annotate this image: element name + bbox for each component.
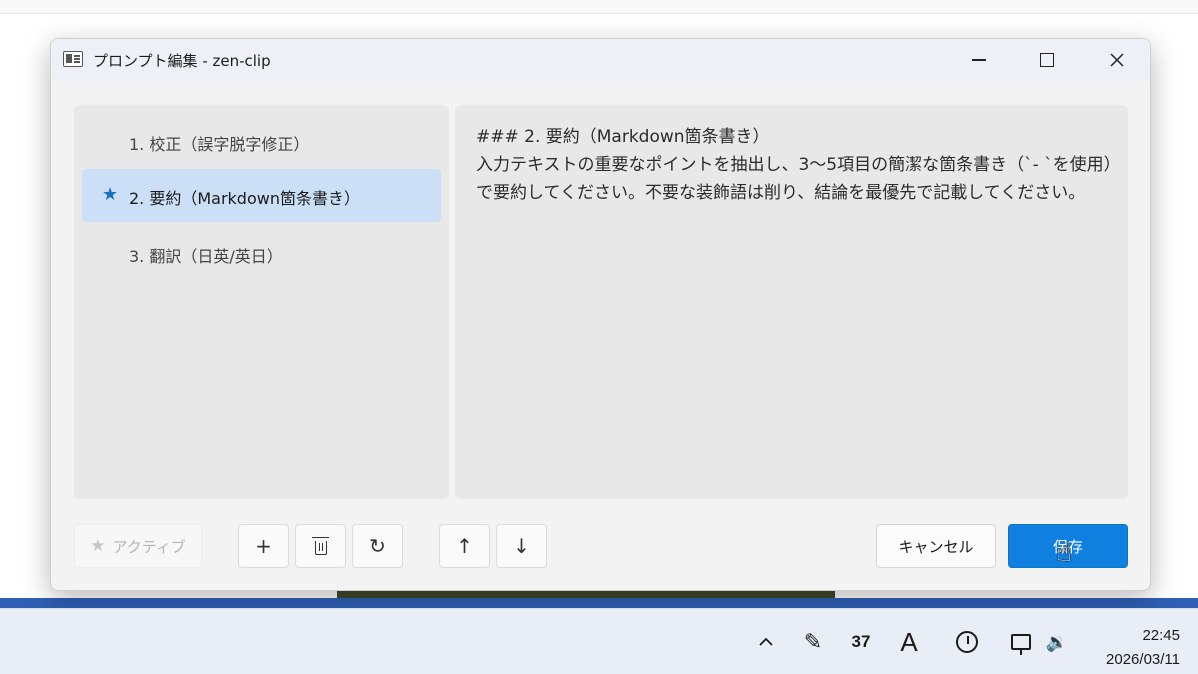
maximize-button[interactable] [1012, 39, 1082, 81]
title-bar[interactable]: プロンプト編集 - zen-clip [51, 39, 1150, 81]
prompt-editor[interactable]: ### 2. 要約（Markdown箇条書き） 入力テキストの重要なポイントを抽… [455, 105, 1128, 499]
prompt-edit-dialog: プロンプト編集 - zen-clip 1. 校正（誤字脱字修正） ★ 2. 要約… [50, 38, 1151, 591]
taskbar-clock[interactable]: 22:45 2026/03/11 [1090, 609, 1190, 674]
move-down-button[interactable]: ↓ [496, 524, 547, 568]
prompt-item-label: 3. 翻訳（日英/英日） [129, 247, 283, 266]
prompt-item-label: 2. 要約（Markdown箇条書き） [129, 189, 360, 208]
cancel-button[interactable]: キャンセル [876, 524, 996, 568]
taskbar: ✎ 37 A 🔉 22:45 2026/03/11 [0, 608, 1198, 674]
set-active-label: アクティブ [112, 537, 186, 556]
prompt-list-item-selected[interactable]: ★ 2. 要約（Markdown箇条書き） [82, 169, 441, 222]
window-title: プロンプト編集 - zen-clip [93, 52, 271, 70]
network-icon[interactable] [1004, 609, 1038, 674]
minimize-icon [972, 59, 986, 61]
prompt-editor-text[interactable]: ### 2. 要約（Markdown箇条書き） 入力テキストの重要なポイントを抽… [476, 123, 1116, 207]
trash-icon [311, 536, 329, 555]
cancel-label: キャンセル [898, 537, 974, 556]
plus-icon: + [255, 534, 272, 558]
app-icon [63, 51, 83, 67]
tray-badge-number[interactable]: 37 [843, 609, 879, 674]
clock-time: 22:45 [1142, 627, 1180, 644]
star-icon: ★ [102, 184, 119, 205]
focus-clock-icon[interactable] [951, 609, 983, 674]
reset-icon: ↻ [369, 534, 386, 558]
background-window-edge [0, 0, 1198, 14]
move-up-button[interactable]: ↑ [439, 524, 490, 568]
background-window-strip [0, 598, 1198, 608]
arrow-down-icon: ↓ [513, 534, 530, 558]
pen-icon[interactable]: ✎ [798, 609, 828, 674]
show-hidden-icons-chevron-icon[interactable] [752, 609, 780, 674]
star-icon: ★ [90, 536, 106, 556]
prompt-list-item[interactable]: 1. 校正（誤字脱字修正） [82, 115, 441, 168]
prompt-item-label: 1. 校正（誤字脱字修正） [129, 135, 310, 154]
close-button[interactable] [1082, 39, 1150, 81]
prompt-list: 1. 校正（誤字脱字修正） ★ 2. 要約（Markdown箇条書き） 3. 翻… [74, 105, 449, 499]
close-icon [1110, 53, 1124, 67]
add-prompt-button[interactable]: + [238, 524, 289, 568]
arrow-up-icon: ↑ [456, 534, 473, 558]
prompt-list-item[interactable]: 3. 翻訳（日英/英日） [82, 227, 441, 280]
delete-prompt-button[interactable] [295, 524, 346, 568]
ime-icon[interactable]: A [893, 609, 925, 674]
minimize-button[interactable] [944, 39, 1014, 81]
hand-cursor-icon: ☝ [1056, 538, 1072, 568]
volume-icon[interactable]: 🔉 [1040, 609, 1074, 674]
set-active-button[interactable]: ★ アクティブ [74, 524, 202, 568]
clock-date: 2026/03/11 [1106, 651, 1180, 668]
reset-button[interactable]: ↻ [352, 524, 403, 568]
maximize-icon [1040, 53, 1054, 67]
